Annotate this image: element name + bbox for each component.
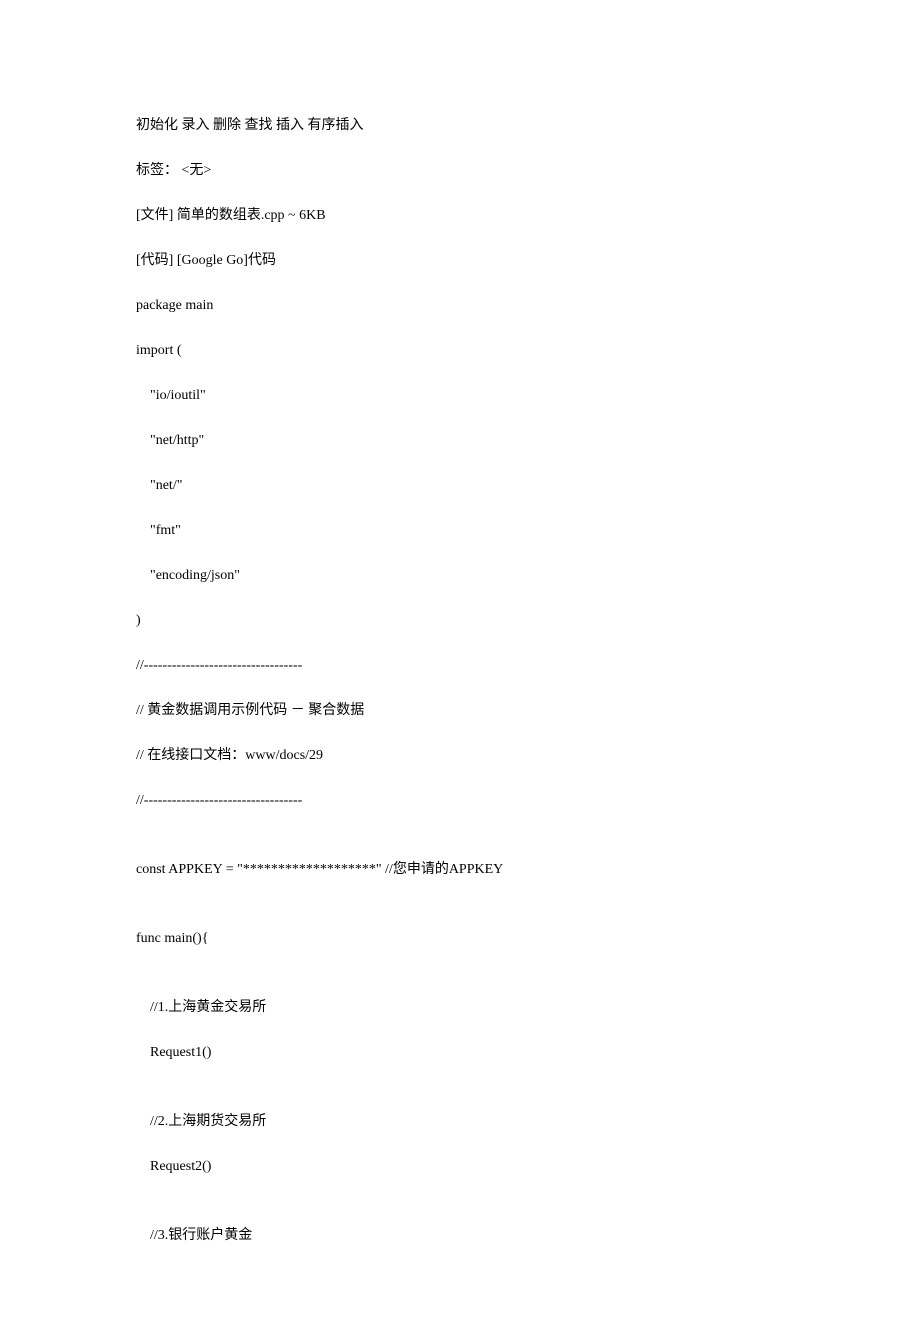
blank-line bbox=[136, 904, 784, 928]
code-line: package main bbox=[136, 295, 784, 316]
code-line: //---------------------------------- bbox=[136, 655, 784, 676]
code-line: ) bbox=[136, 610, 784, 631]
code-line: Request2() bbox=[136, 1156, 784, 1177]
code-line: //1.上海黄金交易所 bbox=[136, 997, 784, 1018]
text-line: 标签： <无> bbox=[136, 160, 784, 181]
blank-line bbox=[136, 1201, 784, 1225]
text-line: [代码] [Google Go]代码 bbox=[136, 250, 784, 271]
blank-line bbox=[136, 1087, 784, 1111]
code-line: "net/http" bbox=[136, 430, 784, 451]
code-line: import ( bbox=[136, 340, 784, 361]
code-line: // 黄金数据调用示例代码 － 聚合数据 bbox=[136, 700, 784, 721]
code-line: "fmt" bbox=[136, 520, 784, 541]
code-line: const APPKEY = "*******************" //您… bbox=[136, 859, 784, 880]
code-line: //---------------------------------- bbox=[136, 790, 784, 811]
code-line: // 在线接口文档：www/docs/29 bbox=[136, 745, 784, 766]
text-line: [文件] 简单的数组表.cpp ~ 6KB bbox=[136, 205, 784, 226]
code-line: "encoding/json" bbox=[136, 565, 784, 586]
code-line: "io/ioutil" bbox=[136, 385, 784, 406]
blank-line bbox=[136, 835, 784, 859]
code-line: //3.银行账户黄金 bbox=[136, 1225, 784, 1246]
code-line: "net/" bbox=[136, 475, 784, 496]
text-line: 初始化 录入 删除 查找 插入 有序插入 bbox=[136, 115, 784, 136]
code-line: //2.上海期货交易所 bbox=[136, 1111, 784, 1132]
code-line: Request1() bbox=[136, 1042, 784, 1063]
code-line: func main(){ bbox=[136, 928, 784, 949]
document-page: 初始化 录入 删除 查找 插入 有序插入 标签： <无> [文件] 简单的数组表… bbox=[0, 0, 920, 1330]
blank-line bbox=[136, 973, 784, 997]
